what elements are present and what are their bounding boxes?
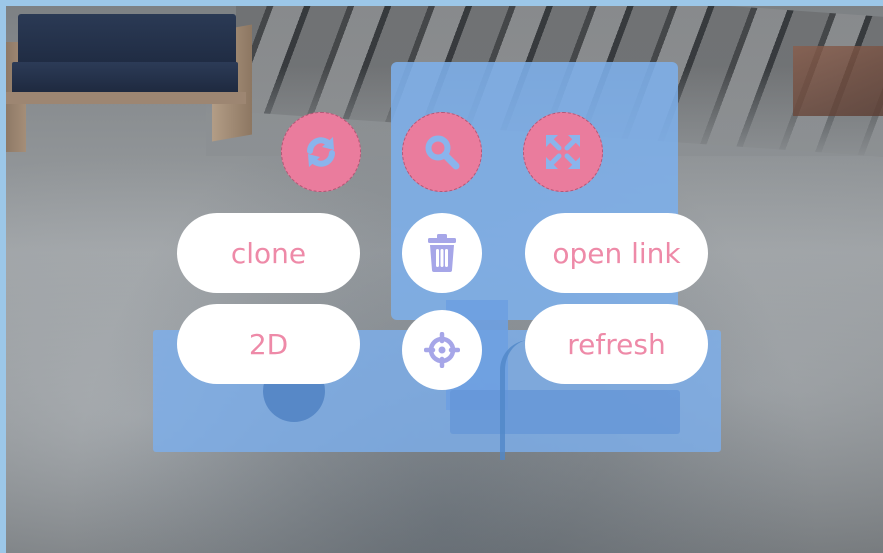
rotate-button[interactable] [281,112,361,192]
search-icon [423,133,461,171]
focus-button[interactable] [402,310,482,390]
app-viewport: clone open link 2D refresh [0,0,883,553]
object-block [450,390,680,434]
expand-button[interactable] [523,112,603,192]
2d-button[interactable]: 2D [177,304,360,384]
delete-button[interactable] [402,213,482,293]
clone-button[interactable]: clone [177,213,360,293]
expand-icon [543,132,583,172]
trash-icon [425,234,459,272]
open-link-button[interactable]: open link [525,213,708,293]
refresh-button[interactable]: refresh [525,304,708,384]
crosshair-icon [424,332,460,368]
search-button[interactable] [402,112,482,192]
refresh-icon [302,133,340,171]
